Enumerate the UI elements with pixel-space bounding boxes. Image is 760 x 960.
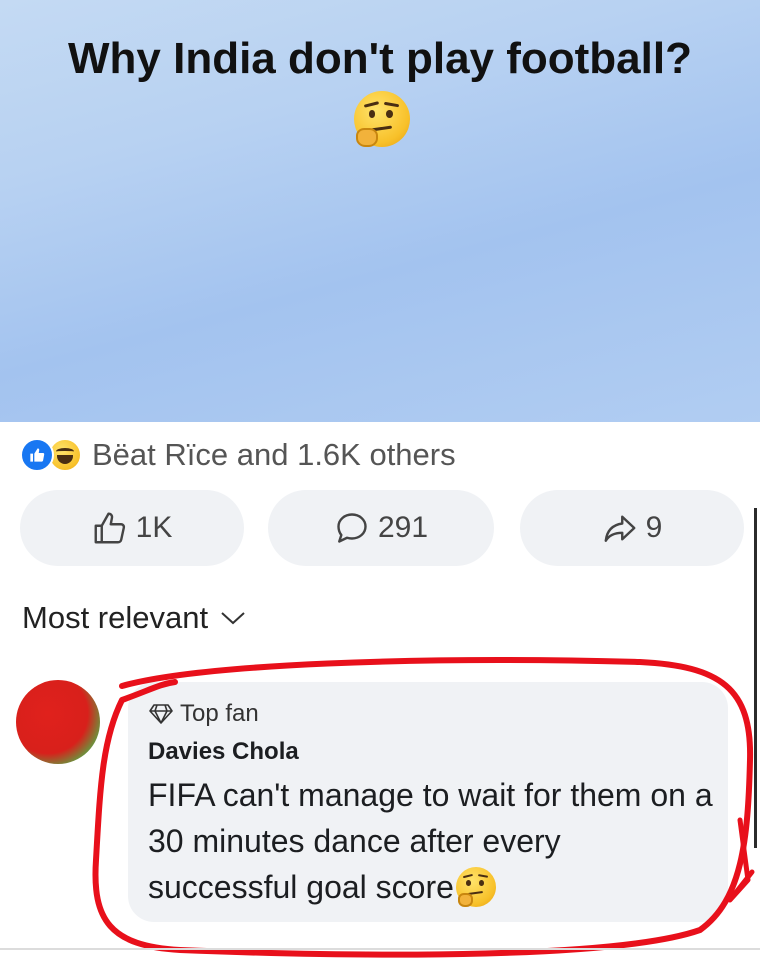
thumbs-up-icon — [94, 512, 125, 544]
post-action-bar: 1K 291 9 — [0, 490, 760, 566]
reactors-text[interactable]: Bëat Rïce and 1.6K others — [92, 437, 456, 473]
post-title: Why India don't play football? — [60, 28, 700, 152]
comments-sort-dropdown[interactable]: Most relevant — [22, 600, 246, 636]
chevron-down-icon — [221, 612, 245, 625]
comment-count: 291 — [377, 511, 429, 544]
comment-text: FIFA can't manage to wait for them on a … — [148, 772, 718, 910]
comment-bubble-icon — [337, 513, 367, 543]
thinking-face-icon — [455, 866, 496, 907]
reactions-summary[interactable]: Bëat Rïce and 1.6K others — [20, 432, 456, 478]
bottom-divider — [0, 948, 760, 950]
top-fan-badge: Top fan — [148, 700, 259, 728]
commenter-avatar[interactable] — [16, 680, 100, 764]
comment-bubble: Top fan Davies Chola FIFA can't manage t… — [128, 682, 728, 922]
share-count: 9 — [645, 511, 663, 544]
sort-label: Most relevant — [22, 600, 209, 635]
screenshot-edge-line — [754, 508, 757, 848]
comment-text-body: FIFA can't manage to wait for them on a … — [148, 777, 713, 905]
post-background: Why India don't play football? — [0, 0, 760, 422]
commenter-name[interactable]: Davies Chola — [148, 738, 299, 766]
like-button[interactable]: 1K — [20, 490, 244, 566]
post-title-text: Why India don't play football? — [68, 34, 692, 83]
like-count: 1K — [135, 511, 173, 544]
badge-label: Top fan — [180, 700, 259, 727]
share-arrow-icon — [604, 515, 636, 542]
thinking-face-icon — [354, 91, 410, 148]
comment-button[interactable]: 291 — [268, 490, 494, 566]
share-button[interactable]: 9 — [520, 490, 744, 566]
diamond-icon — [149, 704, 173, 724]
like-reaction-icon — [20, 438, 54, 472]
